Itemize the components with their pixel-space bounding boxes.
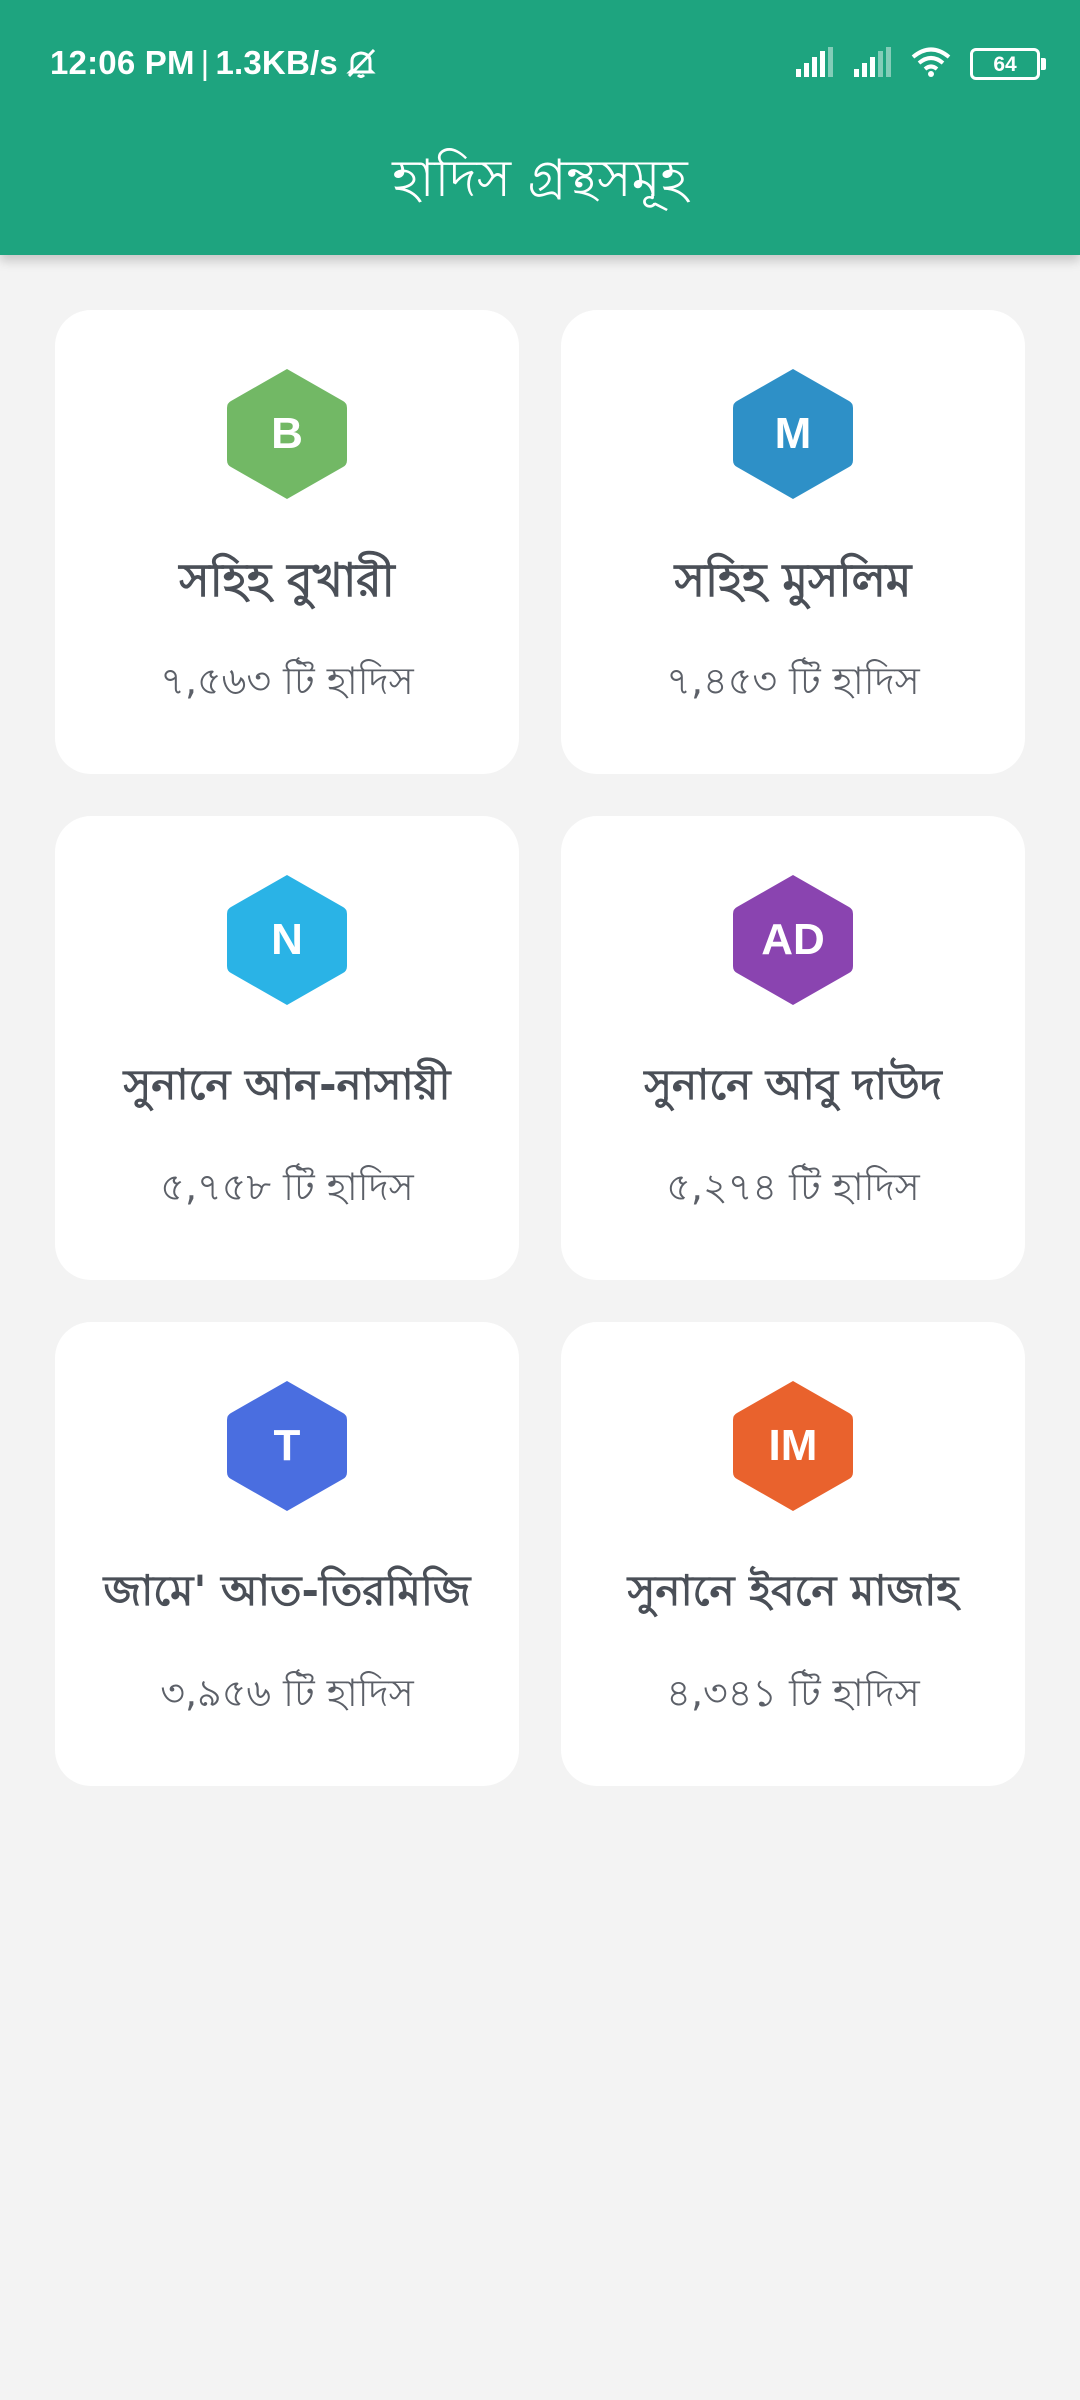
wifi-icon [910, 46, 952, 82]
book-card-ibn-majah[interactable]: IM সুনানে ইবনে মাজাহ ৪,৩৪১ টি হাদিস [561, 1322, 1025, 1786]
book-card-tirmidhi[interactable]: T জামে' আত-তিরমিজি ৩,৯৫৬ টি হাদিস [55, 1322, 519, 1786]
book-badge: T [223, 1377, 351, 1515]
hadith-count: ৩,৯৫৬ টি হাদিস [160, 1671, 414, 1715]
page-title: হাদিস গ্রন্থসমূহ [392, 149, 688, 209]
book-card-nasai[interactable]: N সুনানে আন-নাসায়ী ৫,৭৫৮ টি হাদিস [55, 816, 519, 1280]
book-title: সহিহ বুখারী [179, 553, 395, 607]
book-card-abu-dawud[interactable]: AD সুনানে আবু দাউদ ৫,২৭৪ টি হাদিস [561, 816, 1025, 1280]
hadith-count: ৭,৪৫৩ টি হাদিস [666, 659, 920, 703]
status-bar: 12:06 PM | 1.3KB/s 64 [0, 0, 1080, 128]
badge-letter: N [271, 915, 303, 964]
signal-icon [794, 47, 834, 81]
hadith-count: ৪,৩৪১ টি হাদিস [666, 1671, 920, 1715]
book-badge: AD [729, 871, 857, 1009]
hadith-count: ৫,৭৫৮ টি হাদিস [160, 1165, 414, 1209]
book-badge: N [223, 871, 351, 1009]
battery-icon: 64 [970, 48, 1046, 80]
book-card-bukhari[interactable]: B সহিহ বুখারী ৭,৫৬৩ টি হাদিস [55, 310, 519, 774]
status-right: 64 [794, 44, 1046, 84]
signal-icon [852, 47, 892, 81]
mute-icon [344, 46, 378, 80]
network-speed: 1.3KB/s [215, 44, 338, 81]
book-title: সুনানে আবু দাউদ [644, 1060, 942, 1109]
badge-letter: B [271, 409, 303, 458]
hadith-count: ৫,২৭৪ টি হাদিস [666, 1165, 920, 1209]
battery-level: 64 [993, 52, 1017, 76]
book-badge: M [729, 365, 857, 503]
book-card-muslim[interactable]: M সহিহ মুসলিম ৭,৪৫৩ টি হাদিস [561, 310, 1025, 774]
badge-letter: IM [768, 1421, 818, 1470]
book-badge: IM [729, 1377, 857, 1515]
badge-letter: AD [761, 915, 825, 964]
book-title: সহিহ মুসলিম [674, 553, 912, 607]
status-separator: | [200, 44, 210, 81]
book-title: সুনানে ইবনে মাজাহ [627, 1566, 959, 1615]
book-grid: B সহিহ বুখারী ৭,৫৬৩ টি হাদিস M সহিহ মুসল… [55, 310, 1025, 1786]
hadith-count: ৭,৫৬৩ টি হাদিস [160, 659, 414, 703]
app-bar: 12:06 PM | 1.3KB/s 64 হাদিস গ্রন্থসমূহ [0, 0, 1080, 255]
badge-letter: T [273, 1421, 301, 1470]
status-left: 12:06 PM | 1.3KB/s [50, 44, 378, 82]
status-time: 12:06 PM [50, 44, 195, 81]
badge-letter: M [774, 409, 812, 458]
book-badge: B [223, 365, 351, 503]
book-title: সুনানে আন-নাসায়ী [123, 1060, 451, 1109]
book-title: জামে' আত-তিরমিজি [103, 1566, 471, 1615]
